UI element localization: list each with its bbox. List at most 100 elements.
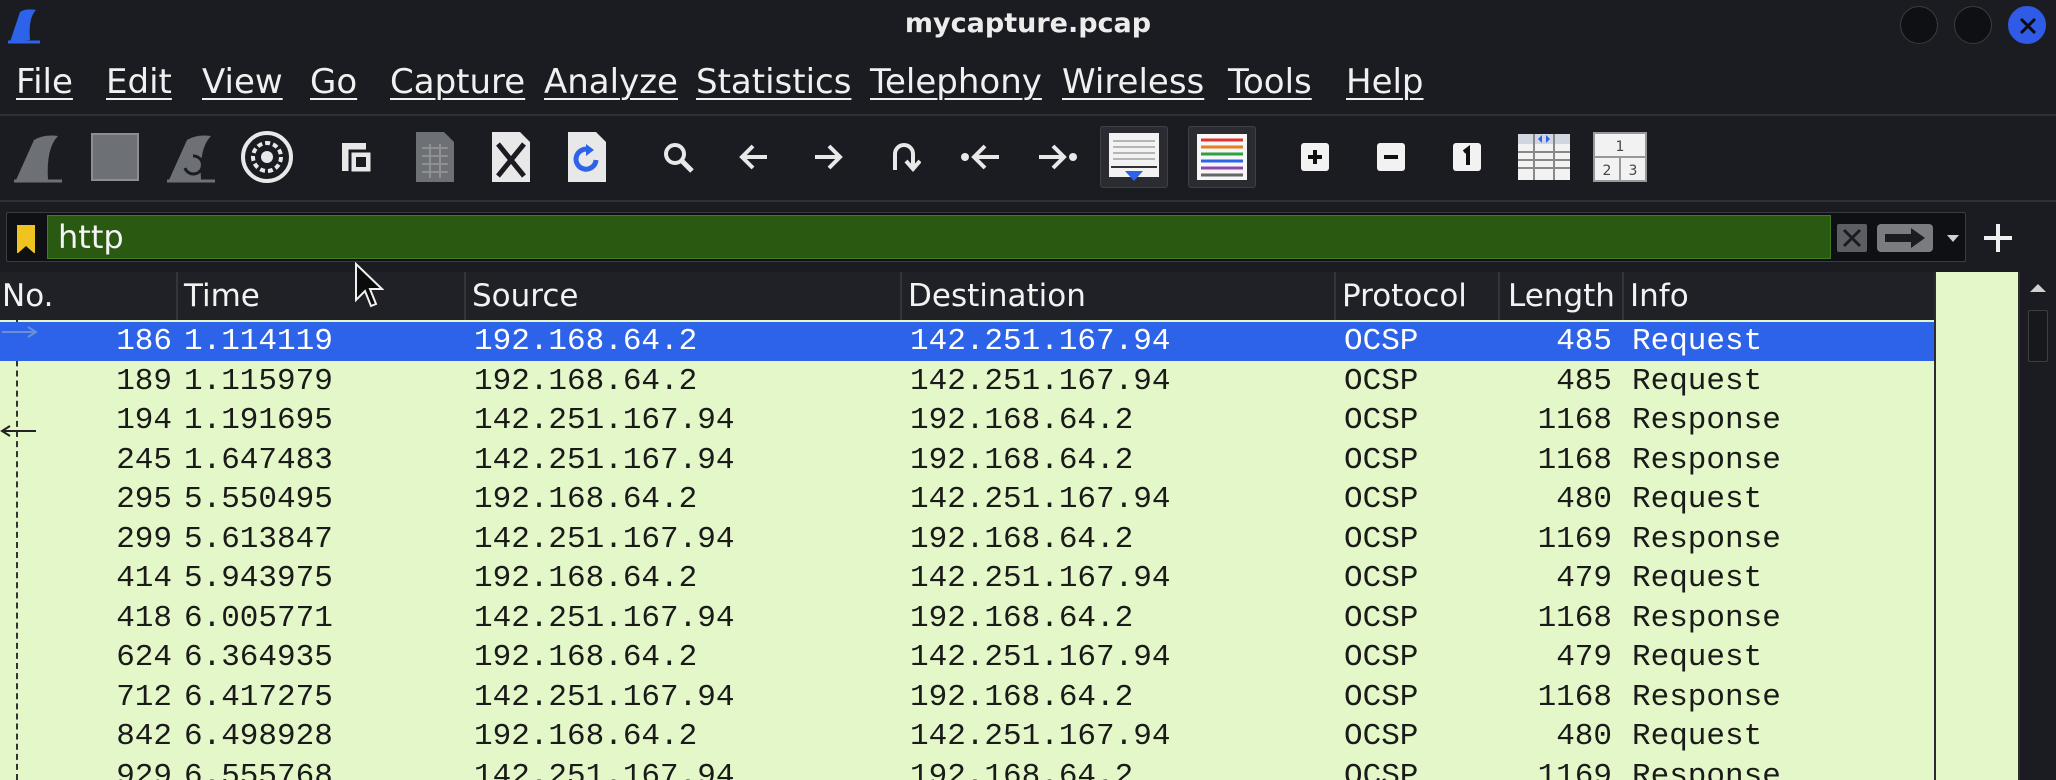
go-forward-button[interactable] (800, 126, 856, 188)
cell-destination: 192.168.64.2 (910, 403, 1134, 438)
cell-info: Response (1632, 600, 1781, 636)
last-packet-button[interactable] (1026, 126, 1088, 188)
column-divider[interactable] (176, 272, 178, 320)
cell-time: 6.364935 (184, 640, 333, 675)
cell-time: 1.115979 (184, 363, 333, 399)
find-packet-button[interactable] (650, 126, 706, 188)
apply-filter-button[interactable] (1877, 224, 1933, 252)
cell-info: Request (1632, 482, 1763, 517)
close-window-button[interactable] (2008, 6, 2046, 44)
capture-options-icon (241, 131, 293, 183)
column-divider[interactable] (1334, 272, 1336, 320)
menu-statistics[interactable]: Statistics (696, 62, 851, 102)
cell-source: 192.168.64.2 (474, 719, 698, 754)
capture-options-button[interactable] (236, 126, 298, 188)
add-filter-button-button[interactable] (1978, 218, 2018, 258)
cell-source: 142.251.167.94 (474, 679, 735, 715)
colorize-button[interactable] (1188, 126, 1256, 188)
column-divider[interactable] (464, 272, 466, 320)
cell-destination: 192.168.64.2 (910, 442, 1134, 478)
menu-analyze[interactable]: Analyze (544, 62, 678, 102)
packet-row[interactable]: 418 6.005771 142.251.167.94 192.168.64.2 OCS… (0, 599, 1934, 638)
filter-history-dropdown[interactable] (1943, 223, 1963, 253)
reload-file-button[interactable] (556, 126, 618, 188)
column-header-no[interactable]: No. (2, 278, 53, 314)
packet-minimap[interactable] (1934, 272, 2020, 780)
restart-capture-button[interactable] (160, 126, 222, 188)
resize-columns-button[interactable] (1512, 126, 1576, 188)
packet-row[interactable]: 186 1.114119 192.168.64.2 142.251.167.94 OCS… (0, 322, 1934, 361)
cell-source: 192.168.64.2 (474, 640, 698, 675)
open-file-button[interactable] (330, 126, 386, 188)
menu-help[interactable]: Help (1346, 62, 1424, 102)
vertical-scrollbar[interactable] (2020, 272, 2056, 780)
zoom-out-button[interactable] (1366, 126, 1416, 188)
stop-capture-button[interactable] (84, 126, 146, 188)
menu-wireless[interactable]: Wireless (1062, 62, 1204, 102)
packet-row[interactable]: 414 5.943975 192.168.64.2 142.251.167.94 OCS… (0, 559, 1934, 598)
pane-layout-button[interactable]: 12 3 (1588, 126, 1652, 188)
packet-row[interactable]: 245 1.647483 142.251.167.94 192.168.64.2 OCS… (0, 441, 1934, 480)
auto-scroll-icon (1109, 133, 1159, 181)
column-header-destination[interactable]: Destination (908, 278, 1086, 314)
packet-row[interactable]: 712 6.417275 142.251.167.94 192.168.64.2 OCS… (0, 678, 1934, 717)
maximize-button[interactable] (1954, 6, 1992, 44)
cell-protocol: OCSP (1344, 442, 1419, 478)
packet-row[interactable]: 842 6.498928 192.168.64.2 142.251.167.94 OCS… (0, 717, 1934, 756)
column-header-length[interactable]: Length (1508, 278, 1615, 314)
display-filter-input[interactable] (47, 215, 1831, 259)
filter-bookmark-icon[interactable] (17, 225, 35, 254)
go-to-packet-button[interactable] (876, 126, 932, 188)
close-file-icon (492, 132, 530, 182)
cell-info: Request (1632, 363, 1763, 399)
scrollbar-thumb[interactable] (2028, 310, 2048, 362)
start-capture-button[interactable] (8, 126, 68, 188)
column-header-info[interactable]: Info (1630, 278, 1689, 314)
packet-row[interactable]: 624 6.364935 192.168.64.2 142.251.167.94 OCS… (0, 638, 1934, 677)
clear-filter-button[interactable] (1837, 224, 1867, 252)
go-back-button[interactable] (726, 126, 782, 188)
first-packet-button[interactable] (950, 126, 1012, 188)
minimize-button[interactable] (1900, 6, 1938, 44)
save-file-button[interactable] (404, 126, 466, 188)
menu-file[interactable]: File (16, 62, 73, 102)
clear-icon (1842, 228, 1862, 248)
column-header-source[interactable]: Source (472, 278, 578, 314)
column-divider[interactable] (1622, 272, 1624, 320)
auto-scroll-button[interactable] (1100, 126, 1168, 188)
cell-length: 1168 (1537, 403, 1612, 438)
arrow-right-icon (1885, 228, 1925, 248)
packet-list-header: No. Time Source Destination Protocol Len… (0, 272, 1934, 320)
chevron-down-icon (1947, 235, 1959, 242)
svg-text:2: 2 (1603, 163, 1612, 179)
close-file-button[interactable] (480, 126, 542, 188)
go-to-packet-icon (893, 143, 921, 173)
menu-tools[interactable]: Tools (1228, 62, 1312, 102)
cell-time: 6.498928 (184, 719, 333, 754)
packet-row[interactable]: 295 5.550495 192.168.64.2 142.251.167.94 OCS… (0, 480, 1934, 519)
cell-destination: 192.168.64.2 (910, 600, 1134, 636)
packet-row[interactable]: 299 5.613847 142.251.167.94 192.168.64.2 OCS… (0, 520, 1934, 559)
packet-row[interactable]: 194 1.191695 142.251.167.94 192.168.64.2 OCS… (0, 401, 1934, 440)
normal-size-button[interactable] (1442, 126, 1492, 188)
last-packet-icon (1039, 144, 1077, 170)
zoom-in-button[interactable] (1290, 126, 1340, 188)
column-header-time[interactable]: Time (184, 278, 260, 314)
menu-telephony[interactable]: Telephony (870, 62, 1042, 102)
start-capture-icon (14, 135, 62, 183)
column-header-protocol[interactable]: Protocol (1342, 278, 1467, 314)
scroll-up-icon[interactable] (2020, 274, 2056, 304)
zoom-in-icon (1301, 143, 1329, 171)
packet-row[interactable]: 929 6.555768 142.251.167.94 192.168.64.2 OCS… (0, 757, 1934, 780)
menu-go[interactable]: Go (310, 62, 357, 102)
cell-source: 192.168.64.2 (474, 482, 698, 517)
column-divider[interactable] (1498, 272, 1500, 320)
cell-info: Response (1632, 403, 1781, 438)
menu-edit[interactable]: Edit (106, 62, 172, 102)
column-divider[interactable] (900, 272, 902, 320)
menu-capture[interactable]: Capture (390, 62, 525, 102)
menu-view[interactable]: View (202, 62, 283, 102)
svg-text:3: 3 (1629, 163, 1638, 179)
cell-length: 485 (1556, 324, 1612, 359)
packet-row[interactable]: 189 1.115979 192.168.64.2 142.251.167.94 OCS… (0, 362, 1934, 401)
